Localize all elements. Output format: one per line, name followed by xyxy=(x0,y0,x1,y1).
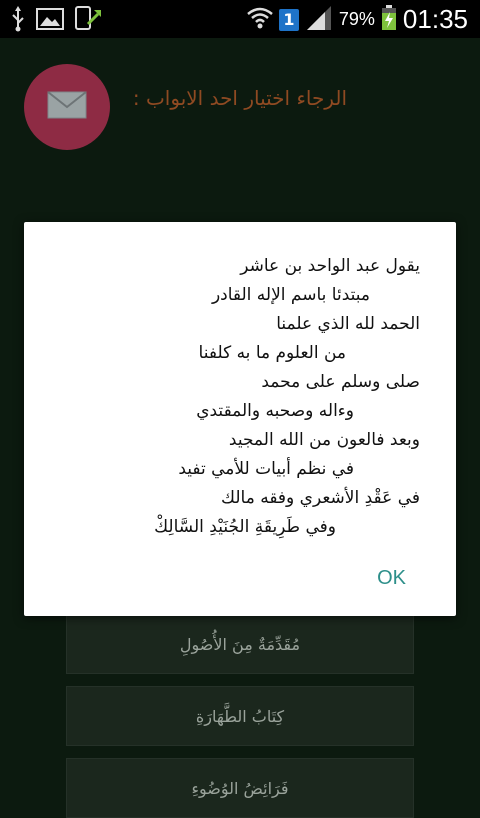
battery-charging-icon xyxy=(381,4,397,35)
status-bar-system: 1 79% 01:35 xyxy=(247,4,468,35)
clock: 01:35 xyxy=(402,4,468,34)
verse-line: صلى وسلم على محمد xyxy=(261,372,420,392)
verse-line: من العلوم ما به كلفنا xyxy=(198,343,346,363)
verse-line: في عَقْدِ الأشعري وفقه مالك xyxy=(221,488,420,508)
verse-line: وءاله وصحبه والمقتدي xyxy=(196,401,354,421)
ok-button[interactable]: OK xyxy=(377,567,406,590)
menu-item-ablution-obligations[interactable]: فَرَائِضُ الوُضُوءِ xyxy=(66,758,414,818)
status-bar-notifications xyxy=(10,6,102,36)
mail-button[interactable] xyxy=(24,64,110,150)
usb-icon xyxy=(10,6,26,36)
gallery-icon xyxy=(36,7,64,35)
battery-percent: 79% xyxy=(338,9,375,29)
verse-line: وفي طَرِيقَةِ الجُنَيْدِ السَّالِكْ xyxy=(154,517,336,537)
verse-line: وبعد فالعون من الله المجيد xyxy=(228,430,420,450)
notification-badge: 1 xyxy=(278,8,299,31)
envelope-icon xyxy=(47,91,87,123)
verse-line: يقول عبد الواحد بن عاشر xyxy=(240,256,420,276)
menu-item-purification[interactable]: كِتَابُ الطَّهَارَةِ xyxy=(66,686,414,746)
verse-line: في نظم أبيات للأمي تفيد xyxy=(178,459,354,479)
menu-item-introduction[interactable]: مُقَدِّمَةٌ مِنَ الأُصُولِ xyxy=(66,614,414,674)
verse-line: مبتدئا باسم الإله القادر xyxy=(211,285,370,305)
signal-icon xyxy=(305,5,333,34)
phone-sync-icon xyxy=(74,6,102,36)
verse-line: الحمد لله الذي علمنا xyxy=(276,314,420,334)
verses-dialog: يقول عبد الواحد بن عاشر مبتدئا باسم الإل… xyxy=(24,222,456,616)
wifi-icon xyxy=(247,7,273,33)
choose-chapter-prompt: الرجاء اختيار احد الابواب : xyxy=(132,86,347,110)
status-bar: 1 79% 01:35 xyxy=(0,0,480,38)
